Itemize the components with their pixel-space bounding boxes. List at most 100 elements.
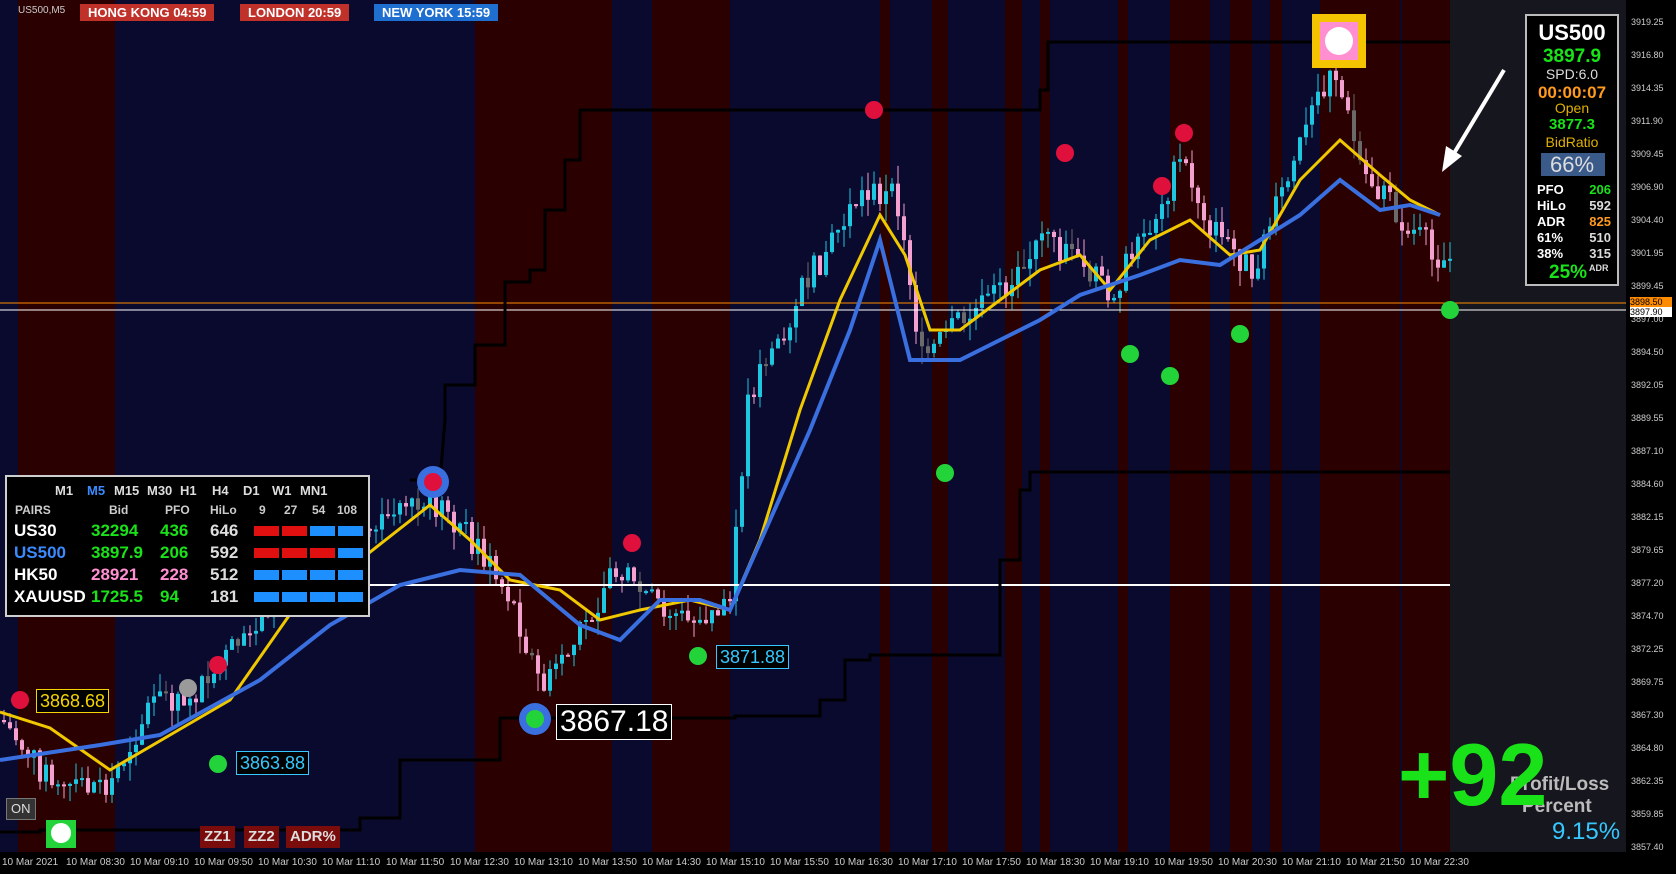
time-axis-tick: 10 Mar 08:30	[66, 857, 125, 868]
candle-body	[1160, 204, 1164, 219]
time-axis-tick: 10 Mar 21:50	[1346, 857, 1405, 868]
candle-body	[962, 312, 966, 324]
time-axis-tick: 10 Mar 15:50	[770, 857, 829, 868]
info-open-label: Open	[1554, 100, 1590, 116]
candle-body	[1400, 222, 1404, 231]
candle-body	[668, 615, 672, 618]
candle-body	[1112, 297, 1116, 301]
candle-body	[452, 511, 456, 533]
candle-body	[1376, 186, 1380, 200]
session-zone	[1118, 0, 1128, 852]
candle-body	[704, 619, 708, 624]
tf-m15[interactable]: M15	[114, 483, 139, 498]
candle-body	[398, 503, 402, 515]
on-toggle-button[interactable]: ON	[6, 798, 36, 820]
trading-chart[interactable]: US500,M5 HONG KONG 04:59 LONDON 20:59 NE…	[0, 0, 1676, 874]
trend-bar-blue	[338, 548, 363, 558]
time-axis-tick: 10 Mar 18:30	[1026, 857, 1085, 868]
candle-body	[1424, 227, 1428, 230]
candle-body	[86, 778, 90, 793]
candle-body	[140, 724, 144, 745]
trend-bar-blue	[338, 570, 363, 580]
trend-bar-blue	[310, 526, 335, 536]
session-zone	[1230, 0, 1252, 852]
info-bid: 3897.9	[1542, 46, 1602, 67]
candle-body	[1448, 258, 1452, 261]
session-zone	[1040, 0, 1050, 852]
zigzag-high-marker-inner	[424, 473, 442, 491]
tf-h4[interactable]: H4	[212, 483, 229, 498]
price-axis-tick: 3906.90	[1631, 182, 1664, 192]
tf-d1[interactable]: D1	[243, 483, 260, 498]
candle-body	[1352, 110, 1356, 142]
candle-body	[380, 514, 384, 530]
price-tag-white: 3897.90	[1630, 307, 1672, 317]
time-axis-tick: 10 Mar 14:30	[642, 857, 701, 868]
time-axis-tick: 10 Mar 22:30	[1410, 857, 1469, 868]
tf-h1[interactable]: H1	[180, 483, 197, 498]
pair-name: XAUUSD	[14, 587, 86, 606]
time-axis-tick: 10 Mar 09:10	[130, 857, 189, 868]
price-axis-tick: 3899.45	[1631, 281, 1664, 291]
zigzag-low-label-2: 3871.88	[716, 645, 790, 669]
candle-body	[986, 293, 990, 296]
info-bidratio-value: 66%	[1549, 152, 1595, 177]
candle-body	[572, 644, 576, 656]
pair-hilo: 512	[210, 565, 239, 584]
candle-body	[1280, 187, 1284, 197]
candle-body	[1370, 174, 1374, 187]
price-axis-tick: 3909.45	[1631, 149, 1664, 159]
candle-body	[1028, 259, 1032, 269]
time-axis-tick: 10 Mar 13:10	[514, 857, 573, 868]
candle-body	[110, 778, 114, 795]
buy-signal-dot	[689, 647, 707, 665]
tf-m5[interactable]: M5	[87, 483, 105, 498]
candle-body	[14, 728, 18, 741]
candle-body	[740, 476, 744, 527]
price-axis-tick: 3869.75	[1631, 677, 1664, 687]
trend-bar-blue	[310, 570, 335, 580]
candle-body	[614, 568, 618, 577]
candle-body	[164, 691, 168, 694]
pair-name: US30	[14, 521, 57, 540]
candle-body	[926, 346, 930, 354]
on-indicator-icon	[51, 823, 71, 843]
adr-button[interactable]: ADR%	[286, 826, 340, 848]
candle-body	[1058, 237, 1062, 262]
candle-body	[626, 567, 630, 581]
candle-body	[1214, 221, 1218, 236]
candle-body	[1298, 137, 1302, 161]
trend-bar-blue	[338, 526, 363, 536]
candle-body	[866, 190, 870, 200]
time-axis-tick: 10 Mar 11:10	[322, 857, 381, 868]
candle-body	[1196, 187, 1200, 204]
zz2-button[interactable]: ZZ2	[244, 826, 279, 848]
candle-body	[584, 619, 588, 622]
candle-body	[1436, 259, 1440, 268]
pair-name: HK50	[14, 565, 58, 584]
price-axis-tick: 3879.65	[1631, 545, 1664, 555]
tf-m1[interactable]: M1	[55, 483, 73, 498]
trend-bar-blue	[282, 570, 307, 580]
candle-body	[566, 654, 570, 657]
sell-signal-dot	[1175, 124, 1193, 142]
candle-body	[1382, 185, 1386, 200]
info-row-value: 315	[1589, 246, 1611, 261]
candle-body	[524, 636, 528, 653]
sell-signal-dot	[1153, 177, 1171, 195]
hdr-54: 54	[312, 503, 326, 517]
zz1-button[interactable]: ZZ1	[200, 826, 235, 848]
symbol-info-panel: US500 3897.9 SPD:6.0 00:00:07 Open 3877.…	[1525, 14, 1619, 286]
candle-body	[236, 639, 240, 646]
candle-body	[1310, 105, 1314, 125]
tf-mn1[interactable]: MN1	[300, 483, 327, 498]
candle-body	[374, 529, 378, 532]
price-axis-tick: 3872.25	[1631, 644, 1664, 654]
candle-body	[506, 587, 510, 602]
tf-m30[interactable]: M30	[147, 483, 172, 498]
candle-body	[650, 589, 654, 592]
candle-body	[206, 676, 210, 684]
candle-body	[698, 619, 702, 623]
tf-w1[interactable]: W1	[272, 483, 292, 498]
info-row-label: ADR	[1537, 214, 1566, 229]
